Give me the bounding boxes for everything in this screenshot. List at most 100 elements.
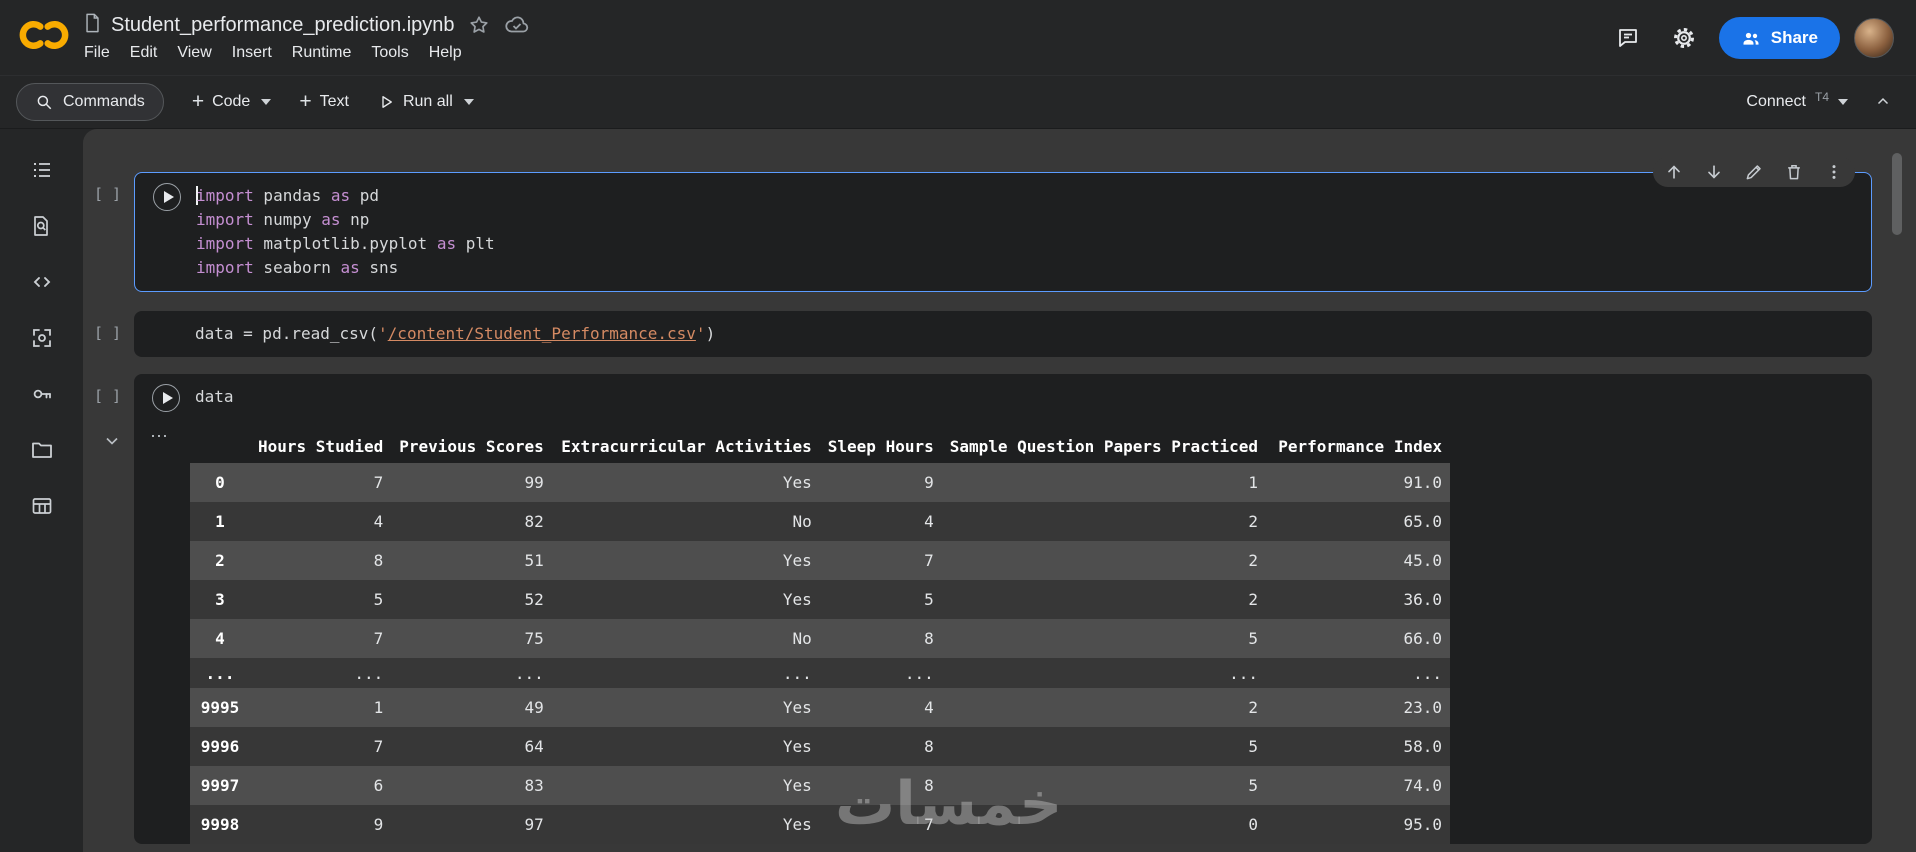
table-cell: 66.0 bbox=[1266, 619, 1450, 658]
table-cell: 4 bbox=[820, 688, 942, 727]
table-cell: 65.0 bbox=[1266, 502, 1450, 541]
menu-help[interactable]: Help bbox=[419, 41, 472, 65]
collapse-output-button[interactable] bbox=[101, 430, 123, 452]
table-cell: Yes bbox=[552, 580, 820, 619]
chevron-down-icon bbox=[464, 99, 474, 105]
table-cell: ... bbox=[250, 658, 391, 688]
table-cell: 64 bbox=[391, 727, 552, 766]
code-snippets-button[interactable] bbox=[29, 269, 55, 295]
scrollbar-thumb[interactable] bbox=[1892, 153, 1902, 235]
code-editor-read-csv[interactable]: data = pd.read_csv('/content/Student_Per… bbox=[134, 311, 1872, 357]
run-cell-button[interactable] bbox=[152, 384, 180, 412]
data-table-button[interactable] bbox=[29, 493, 55, 519]
spreadsheet-icon bbox=[30, 494, 54, 518]
notebook-canvas: [ ] bbox=[83, 129, 1916, 852]
column-header: Sample Question Papers Practiced bbox=[942, 430, 1266, 463]
connect-button[interactable]: Connect T4 bbox=[1746, 93, 1848, 111]
table-cell: 51 bbox=[391, 541, 552, 580]
find-replace-button[interactable] bbox=[29, 213, 55, 239]
collapse-header-button[interactable] bbox=[1874, 93, 1892, 111]
row-index: 9998 bbox=[190, 805, 250, 844]
cloud-saved-icon[interactable] bbox=[503, 11, 531, 39]
move-cell-up-button[interactable] bbox=[1663, 161, 1685, 183]
variables-button[interactable] bbox=[29, 325, 55, 351]
variable-inspector-icon bbox=[30, 326, 54, 350]
run-cell-button[interactable] bbox=[153, 183, 181, 211]
csv-path-link[interactable]: /content/Student_Performance.csv bbox=[388, 324, 696, 343]
menu-tools[interactable]: Tools bbox=[361, 41, 418, 65]
table-of-contents-button[interactable] bbox=[29, 157, 55, 183]
menu-file[interactable]: File bbox=[74, 41, 120, 65]
add-code-label: Code bbox=[212, 93, 250, 111]
menu-edit[interactable]: Edit bbox=[120, 41, 168, 65]
code-editor-imports[interactable]: import pandas as pdimport numpy as npimp… bbox=[135, 173, 1871, 291]
column-header: Hours Studied bbox=[250, 430, 391, 463]
row-index: 0 bbox=[190, 463, 250, 502]
star-icon[interactable] bbox=[465, 11, 493, 39]
table-cell: 83 bbox=[391, 766, 552, 805]
trash-icon bbox=[1784, 162, 1804, 182]
code-editor-data[interactable]: data bbox=[134, 374, 1872, 420]
code-cell-data-preview[interactable]: data ⋯ Hours StudiedPrevious ScoresExtra… bbox=[134, 374, 1872, 844]
secrets-button[interactable] bbox=[29, 381, 55, 407]
avatar[interactable] bbox=[1854, 18, 1894, 58]
table-cell: 4 bbox=[820, 502, 942, 541]
add-text-button[interactable]: + Text bbox=[299, 93, 349, 112]
column-header: Performance Index bbox=[1266, 430, 1450, 463]
add-text-label: Text bbox=[320, 93, 349, 111]
table-cell: 5 bbox=[820, 580, 942, 619]
colab-app: Student_performance_prediction.ipynb Fil… bbox=[0, 0, 1916, 852]
commands-button[interactable]: Commands bbox=[16, 83, 164, 121]
share-button[interactable]: Share bbox=[1719, 17, 1840, 59]
table-row: 9996764Yes8558.0 bbox=[190, 727, 1450, 766]
table-cell: 75 bbox=[391, 619, 552, 658]
search-icon bbox=[35, 93, 53, 111]
plus-icon: + bbox=[299, 91, 311, 112]
row-index: 1 bbox=[190, 502, 250, 541]
menu-runtime[interactable]: Runtime bbox=[282, 41, 362, 65]
code-cell-imports[interactable]: import pandas as pdimport numpy as npimp… bbox=[134, 172, 1872, 292]
table-cell: 9 bbox=[820, 463, 942, 502]
table-cell: 36.0 bbox=[1266, 580, 1450, 619]
menu-insert[interactable]: Insert bbox=[222, 41, 282, 65]
edit-cell-button[interactable] bbox=[1743, 161, 1765, 183]
delete-cell-button[interactable] bbox=[1783, 161, 1805, 183]
table-cell: 7 bbox=[250, 463, 391, 502]
notebook-cells: [ ] bbox=[83, 129, 1916, 844]
table-cell: Yes bbox=[552, 805, 820, 844]
pencil-icon bbox=[1744, 162, 1764, 182]
settings-button[interactable] bbox=[1663, 17, 1705, 59]
table-cell: 5 bbox=[250, 580, 391, 619]
notebook-title[interactable]: Student_performance_prediction.ipynb bbox=[111, 14, 455, 37]
accelerator-badge: T4 bbox=[1815, 90, 1829, 104]
chevron-down-icon bbox=[1838, 99, 1848, 105]
files-button[interactable] bbox=[29, 437, 55, 463]
row-index: 4 bbox=[190, 619, 250, 658]
toc-icon bbox=[30, 158, 54, 182]
table-cell: 8 bbox=[820, 727, 942, 766]
code-cell-read-csv[interactable]: data = pd.read_csv('/content/Student_Per… bbox=[134, 311, 1872, 357]
table-cell: Yes bbox=[552, 688, 820, 727]
add-code-button[interactable]: + Code bbox=[192, 93, 272, 112]
more-options-button[interactable] bbox=[1823, 161, 1845, 183]
column-header: Previous Scores bbox=[391, 430, 552, 463]
run-all-button[interactable]: Run all bbox=[377, 93, 474, 111]
row-index: 3 bbox=[190, 580, 250, 619]
comments-button[interactable] bbox=[1607, 17, 1649, 59]
dataframe-header-row: Hours StudiedPrevious ScoresExtracurricu… bbox=[190, 430, 1450, 463]
table-cell: ... bbox=[820, 658, 942, 688]
move-cell-down-button[interactable] bbox=[1703, 161, 1725, 183]
row-index: ... bbox=[190, 658, 250, 688]
row-index: 2 bbox=[190, 541, 250, 580]
cell-gutter: [ ] bbox=[94, 324, 121, 342]
colab-logo[interactable] bbox=[16, 16, 72, 59]
table-row: 4775No8566.0 bbox=[190, 619, 1450, 658]
table-cell: 49 bbox=[391, 688, 552, 727]
table-cell: 6 bbox=[250, 766, 391, 805]
table-cell: 7 bbox=[820, 805, 942, 844]
row-index: 9997 bbox=[190, 766, 250, 805]
menu-view[interactable]: View bbox=[167, 41, 221, 65]
table-row: 3552Yes5236.0 bbox=[190, 580, 1450, 619]
output-menu-button[interactable]: ⋯ bbox=[150, 426, 169, 447]
table-cell: Yes bbox=[552, 766, 820, 805]
